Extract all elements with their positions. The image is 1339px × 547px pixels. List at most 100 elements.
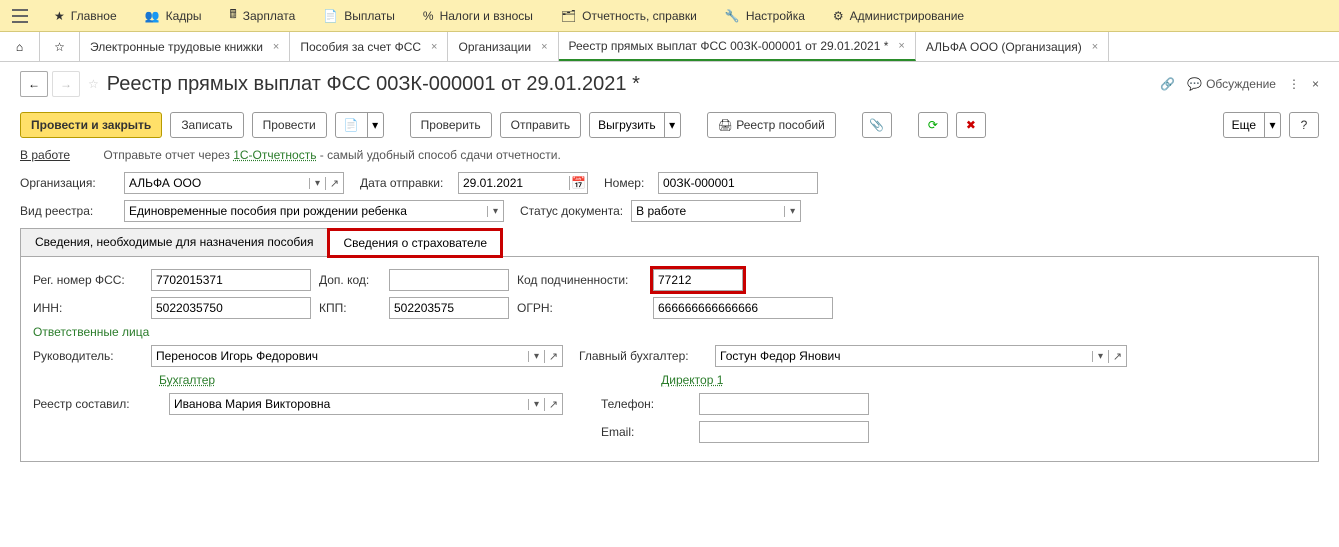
home-tab[interactable]: ⌂ — [0, 32, 40, 61]
chevron-down-icon[interactable]: ▾ — [1264, 113, 1280, 137]
section-label: Выплаты — [344, 9, 395, 23]
inner-tabs: Сведения, необходимые для назначения пос… — [20, 228, 1319, 256]
tab-label: Организации — [458, 40, 531, 54]
export-button[interactable]: Выгрузить ▾ — [589, 112, 681, 138]
responsible-heading: Ответственные лица — [33, 325, 1306, 339]
close-icon[interactable]: × — [273, 41, 279, 53]
verify-button[interactable]: Проверить — [410, 112, 492, 138]
more-button[interactable]: Еще ▾ — [1223, 112, 1281, 138]
phone-label: Телефон: — [601, 397, 691, 411]
tab-fss-benefits[interactable]: Пособия за счет ФСС× — [290, 32, 448, 61]
open-icon[interactable]: ↗ — [544, 350, 562, 363]
kind-label: Вид реестра: — [20, 204, 116, 218]
write-button[interactable]: Записать — [170, 112, 243, 138]
fss-reg-label: Рег. номер ФСС: — [33, 273, 143, 287]
close-icon[interactable]: × — [1312, 77, 1319, 91]
reporting-service-link[interactable]: 1С-Отчетность — [233, 148, 316, 162]
favorite-icon[interactable]: ☆ — [88, 77, 99, 91]
chevron-down-icon[interactable]: ▾ — [784, 206, 800, 217]
kpp-label: КПП: — [319, 301, 381, 315]
tab-label: Реестр прямых выплат ФСС 00ЗК-000001 от … — [569, 39, 889, 53]
home-icon: ⌂ — [16, 40, 23, 54]
inn-field[interactable] — [151, 297, 311, 319]
section-salary[interactable]: 🖩Зарплата — [216, 0, 310, 32]
add-accountant-link[interactable]: Бухгалтер — [159, 373, 215, 387]
add-code-field[interactable] — [389, 269, 509, 291]
discuss-button[interactable]: 💬 Обсуждение — [1187, 77, 1276, 91]
kebab-icon[interactable]: ⋮ — [1288, 77, 1300, 91]
info-text: - самый удобный способ сдачи отчетности. — [316, 148, 560, 162]
report-icon: 🗂 — [561, 9, 576, 23]
command-bar: Провести и закрыть Записать Провести 📄 ▾… — [0, 106, 1339, 144]
tab-alpha[interactable]: АЛЬФА ООО (Организация)× — [916, 32, 1109, 61]
email-field[interactable] — [699, 421, 869, 443]
discuss-label: Обсуждение — [1206, 77, 1276, 91]
chevron-down-icon[interactable]: ▾ — [367, 113, 383, 137]
org-field[interactable]: АЛЬФА ООО ▾ ↗ — [124, 172, 344, 194]
close-icon[interactable]: × — [541, 41, 547, 53]
registry-button[interactable]: 🖨 Реестр пособий — [707, 112, 836, 138]
compiled-by-field[interactable]: Иванова Мария Викторовна ▾ ↗ — [169, 393, 563, 415]
open-icon[interactable]: ↗ — [1108, 350, 1126, 363]
chevron-down-icon[interactable]: ▾ — [487, 206, 503, 217]
create-from-button[interactable]: 📄 ▾ — [335, 112, 384, 138]
chevron-down-icon[interactable]: ▾ — [309, 178, 325, 189]
section-reports[interactable]: 🗂Отчетность, справки — [547, 0, 711, 32]
calc-icon: 🖩 — [230, 5, 237, 26]
link-icon[interactable]: 🔗 — [1160, 77, 1175, 91]
percent-icon: % — [423, 9, 434, 23]
sub-code-field[interactable] — [653, 269, 743, 291]
star-icon: ☆ — [54, 40, 65, 54]
open-icon[interactable]: ↗ — [544, 398, 562, 411]
refresh-button[interactable]: ⟳ — [918, 112, 948, 138]
star-icon: ★ — [54, 9, 65, 23]
section-settings[interactable]: 🔧Настройка — [711, 0, 819, 32]
send-date-field[interactable]: 29.01.2021 📅 — [458, 172, 588, 194]
section-taxes[interactable]: %Налоги и взносы — [409, 0, 547, 32]
chief-acc-field[interactable]: Гостун Федор Янович ▾ ↗ — [715, 345, 1127, 367]
close-icon[interactable]: × — [1092, 41, 1098, 53]
doc-status-field[interactable]: В работе ▾ — [631, 200, 801, 222]
chevron-down-icon[interactable]: ▾ — [528, 351, 544, 362]
inn-label: ИНН: — [33, 301, 143, 315]
post-button[interactable]: Провести — [252, 112, 327, 138]
close-icon[interactable]: × — [431, 41, 437, 53]
attach-button[interactable]: 📎 — [862, 112, 892, 138]
tab-etk[interactable]: Электронные трудовые книжки× — [80, 32, 290, 61]
phone-field[interactable] — [699, 393, 869, 415]
favorites-tab[interactable]: ☆ — [40, 32, 80, 61]
section-main[interactable]: ★Главное — [40, 0, 131, 32]
add-director-link[interactable]: Директор 1 — [661, 373, 723, 387]
kind-field[interactable]: Единовременные пособия при рождении ребе… — [124, 200, 504, 222]
director-field[interactable]: Переносов Игорь Федорович ▾ ↗ — [151, 345, 563, 367]
chief-acc-value: Гостун Федор Янович — [716, 349, 1092, 363]
tab-insurer-info[interactable]: Сведения о страхователе — [328, 229, 502, 257]
open-icon[interactable]: ↗ — [325, 177, 343, 190]
forward-button[interactable]: → — [52, 71, 80, 97]
hamburger-icon[interactable] — [0, 0, 40, 32]
close-icon[interactable]: × — [898, 40, 904, 52]
back-button[interactable]: ← — [20, 71, 48, 97]
number-field[interactable] — [658, 172, 818, 194]
org-value: АЛЬФА ООО — [125, 176, 309, 190]
section-personnel[interactable]: 👥Кадры — [131, 0, 216, 32]
chevron-down-icon[interactable]: ▾ — [528, 399, 544, 410]
section-admin[interactable]: ⚙Администрирование — [819, 0, 978, 32]
chevron-down-icon[interactable]: ▾ — [1092, 351, 1108, 362]
info-text: Отправьте отчет через — [103, 148, 233, 162]
tab-orgs[interactable]: Организации × — [448, 32, 558, 61]
ogrn-field[interactable] — [653, 297, 833, 319]
status-link[interactable]: В работе — [20, 148, 70, 162]
calendar-icon[interactable]: 📅 — [569, 176, 587, 190]
help-button[interactable]: ? — [1289, 112, 1319, 138]
kpp-field[interactable] — [389, 297, 509, 319]
fss-reg-field[interactable] — [151, 269, 311, 291]
tab-benefit-info[interactable]: Сведения, необходимые для назначения пос… — [20, 228, 328, 256]
cancel-button[interactable]: ✖ — [956, 112, 986, 138]
send-button[interactable]: Отправить — [500, 112, 582, 138]
tab-registry[interactable]: Реестр прямых выплат ФСС 00ЗК-000001 от … — [559, 32, 916, 61]
chevron-down-icon[interactable]: ▾ — [664, 113, 680, 137]
section-payments[interactable]: 📄Выплаты — [309, 0, 409, 32]
chief-acc-label: Главный бухгалтер: — [579, 349, 707, 363]
post-and-close-button[interactable]: Провести и закрыть — [20, 112, 162, 138]
